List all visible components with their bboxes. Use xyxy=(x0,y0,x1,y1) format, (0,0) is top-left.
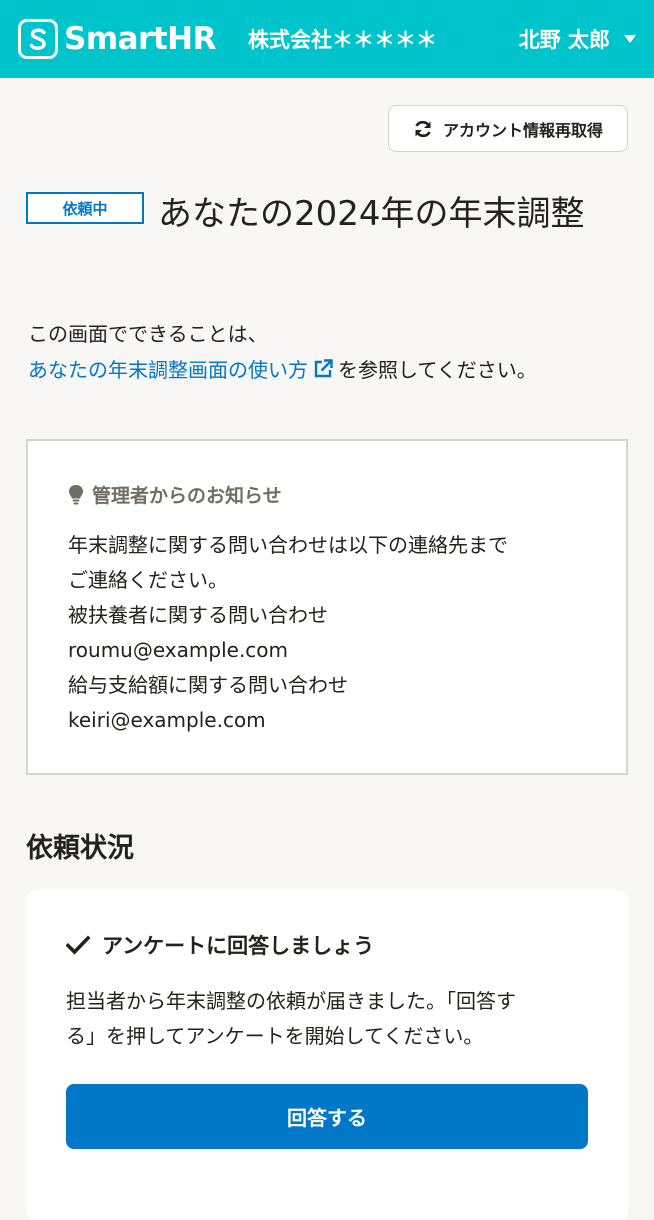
caret-down-icon xyxy=(624,35,636,43)
admin-notice-panel: 管理者からのお知らせ 年末調整に関する問い合わせは以下の連絡先まで ご連絡くださ… xyxy=(26,439,628,775)
task-description-line: 担当者から年末調整の依頼が届きました。「回答す xyxy=(66,989,516,1013)
refresh-label: アカウント情報再取得 xyxy=(442,120,603,140)
logo-text: SmartHR xyxy=(64,21,216,57)
status-badge: 依頼中 xyxy=(26,192,144,224)
task-description-line: る」を押してアンケートを開始してください。 xyxy=(66,1024,484,1048)
intro-text: この画面でできることは、 あなたの年末調整画面の使い方 を参照してください。 xyxy=(28,316,628,388)
intro-suffix: を参照してください。 xyxy=(338,358,537,382)
notice-email: roumu@example.com xyxy=(68,638,289,662)
notice-body: 年末調整に関する問い合わせは以下の連絡先まで ご連絡ください。 被扶養者に関する… xyxy=(68,528,626,738)
user-name: 北野 太郎 xyxy=(518,28,610,52)
page-title: あなたの2024年の年末調整 xyxy=(158,194,585,234)
notice-line: ご連絡ください。 xyxy=(68,568,228,592)
notice-line: 給与支給額に関する問い合わせ xyxy=(68,673,348,697)
answer-button[interactable]: 回答する xyxy=(66,1084,588,1149)
intro-line: この画面でできることは、 xyxy=(28,322,268,346)
logo-mark-icon xyxy=(18,19,58,59)
task-title-text: アンケートに回答しましょう xyxy=(102,934,375,958)
lightbulb-icon xyxy=(69,484,83,504)
task-description: 担当者から年末調整の依頼が届きました。「回答す る」を押してアンケートを開始して… xyxy=(66,984,588,1054)
notice-title-text: 管理者からのお知らせ xyxy=(92,485,282,507)
external-link-icon xyxy=(314,359,333,378)
notice-line: 被扶養者に関する問い合わせ xyxy=(68,603,328,627)
company-name: 株式会社＊＊＊＊＊ xyxy=(247,28,437,52)
usage-guide-link[interactable]: あなたの年末調整画面の使い方 xyxy=(28,358,338,382)
notice-email: keiri@example.com xyxy=(68,708,266,732)
notice-line: 年末調整に関する問い合わせは以下の連絡先まで xyxy=(68,533,508,557)
refresh-account-button[interactable]: アカウント情報再取得 xyxy=(388,105,628,152)
smarthr-logo[interactable]: SmartHR xyxy=(18,19,216,59)
usage-guide-link-text: あなたの年末調整画面の使い方 xyxy=(28,358,308,382)
notice-title: 管理者からのお知らせ xyxy=(68,481,626,508)
refresh-icon xyxy=(415,120,431,137)
task-title: アンケートに回答しましょう xyxy=(66,930,588,960)
task-card: アンケートに回答しましょう 担当者から年末調整の依頼が届きました。「回答す る」… xyxy=(26,890,628,1220)
user-menu[interactable]: 北野 太郎 xyxy=(519,24,636,54)
checkmark-icon xyxy=(66,935,90,955)
app-header: SmartHR 株式会社＊＊＊＊＊ 北野 太郎 xyxy=(0,0,654,78)
request-status-heading: 依頼状況 xyxy=(26,833,134,864)
